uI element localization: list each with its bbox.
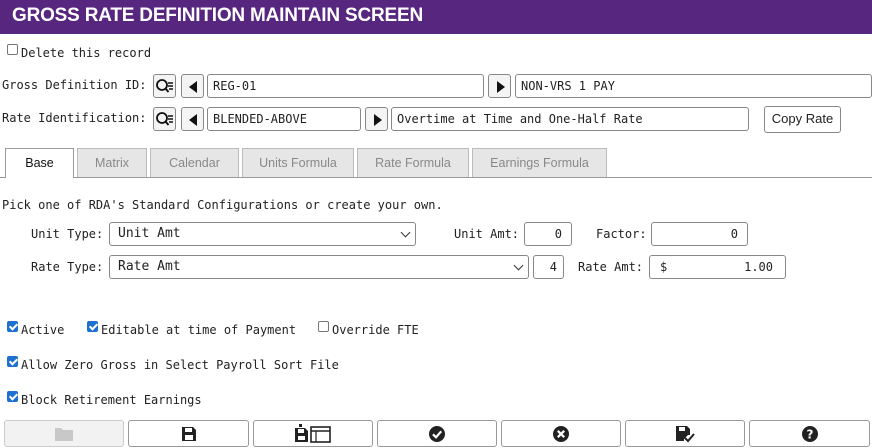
save-and-new-icon [295, 423, 331, 443]
unit-amt-field[interactable]: 0 [524, 222, 572, 246]
delete-record-label: Delete this record [21, 46, 152, 60]
rate-identification-next-button[interactable] [365, 107, 388, 131]
gross-definition-prev-button[interactable] [181, 74, 204, 98]
page-title: GROSS RATE DEFINITION MAINTAIN SCREEN [12, 5, 423, 26]
tab-calendar[interactable]: Calendar [150, 148, 239, 177]
folder-icon [55, 427, 73, 441]
tab-units-formula[interactable]: Units Formula [242, 148, 354, 177]
unit-type-label: Unit Type: [31, 227, 104, 241]
rate-amt-label: Rate Amt: [578, 260, 644, 274]
tab-rate-formula[interactable]: Rate Formula [357, 148, 469, 177]
rate-type-select[interactable]: Rate Amt [109, 255, 529, 279]
allow-zero-gross-checkbox[interactable] [7, 356, 18, 367]
tab-matrix[interactable]: Matrix [77, 148, 147, 177]
unit-type-select[interactable]: Unit Amt [109, 222, 416, 246]
cancel-button[interactable] [501, 420, 621, 447]
rate-identification-id-field[interactable]: BLENDED-ABOVE [207, 107, 361, 131]
rate-amt-field[interactable]: $ 1.00 [649, 255, 786, 279]
factor-label: Factor: [596, 227, 647, 241]
gross-definition-label: Gross Definition ID: [2, 78, 147, 92]
tab-earnings-formula[interactable]: Earnings Formula [472, 148, 607, 177]
allow-zero-gross-label: Allow Zero Gross in Select Payroll Sort … [21, 358, 339, 372]
override-fte-label: Override FTE [332, 323, 419, 337]
title-bar: GROSS RATE DEFINITION MAINTAIN SCREEN [0, 0, 872, 34]
accept-button[interactable] [377, 420, 497, 447]
open-button[interactable] [4, 420, 124, 447]
block-retirement-label: Block Retirement Earnings [21, 393, 202, 407]
editable-label: Editable at time of Payment [101, 323, 297, 337]
rate-type-value: Rate Amt [118, 259, 181, 274]
unit-amt-label: Unit Amt: [454, 227, 520, 241]
rate-type-label: Rate Type: [31, 260, 104, 274]
save-button[interactable] [128, 420, 249, 447]
search-list-icon [156, 112, 173, 126]
chevron-down-icon [513, 260, 524, 271]
factor-field[interactable]: 0 [651, 222, 748, 246]
save-icon [181, 426, 196, 441]
standard-config-intro: Pick one of RDA's Standard Configuration… [2, 198, 443, 212]
triangle-right-icon [497, 81, 505, 93]
check-circle-icon [429, 425, 445, 442]
save-and-new-button[interactable] [253, 420, 373, 447]
currency-symbol: $ [660, 260, 668, 274]
chevron-down-icon [400, 227, 411, 238]
override-fte-checkbox[interactable] [318, 321, 329, 332]
delete-record-checkbox[interactable] [7, 44, 18, 55]
gross-definition-description-field[interactable]: NON-VRS 1 PAY [515, 74, 872, 98]
gross-definition-next-button[interactable] [488, 74, 511, 98]
help-button[interactable]: ? [749, 420, 870, 447]
save-check-icon [676, 425, 695, 442]
search-list-icon [156, 79, 173, 93]
triangle-left-icon [189, 81, 197, 93]
help-icon: ? [801, 425, 818, 442]
svg-text:?: ? [806, 427, 813, 441]
editable-checkbox[interactable] [87, 321, 98, 332]
rate-identification-prev-button[interactable] [181, 107, 204, 131]
close-circle-icon [553, 425, 569, 442]
tab-bar-line [0, 177, 872, 178]
gross-definition-lookup-button[interactable] [153, 74, 176, 98]
rate-decimals-field[interactable]: 4 [533, 255, 564, 279]
gross-definition-id-field[interactable]: REG-01 [207, 74, 484, 98]
triangle-left-icon [189, 114, 197, 126]
save-and-accept-button[interactable] [625, 420, 745, 447]
copy-rate-button[interactable]: Copy Rate [764, 106, 841, 133]
unit-type-value: Unit Amt [118, 226, 181, 241]
rate-identification-lookup-button[interactable] [153, 107, 176, 131]
active-label: Active [21, 323, 65, 337]
active-checkbox[interactable] [7, 321, 18, 332]
triangle-right-icon [374, 114, 382, 126]
tab-base[interactable]: Base [5, 148, 74, 178]
rate-identification-label: Rate Identification: [2, 111, 147, 125]
rate-amt-value: 1.00 [744, 260, 773, 274]
block-retirement-checkbox[interactable] [7, 391, 18, 402]
rate-identification-description-field[interactable]: Overtime at Time and One-Half Rate [391, 107, 749, 131]
